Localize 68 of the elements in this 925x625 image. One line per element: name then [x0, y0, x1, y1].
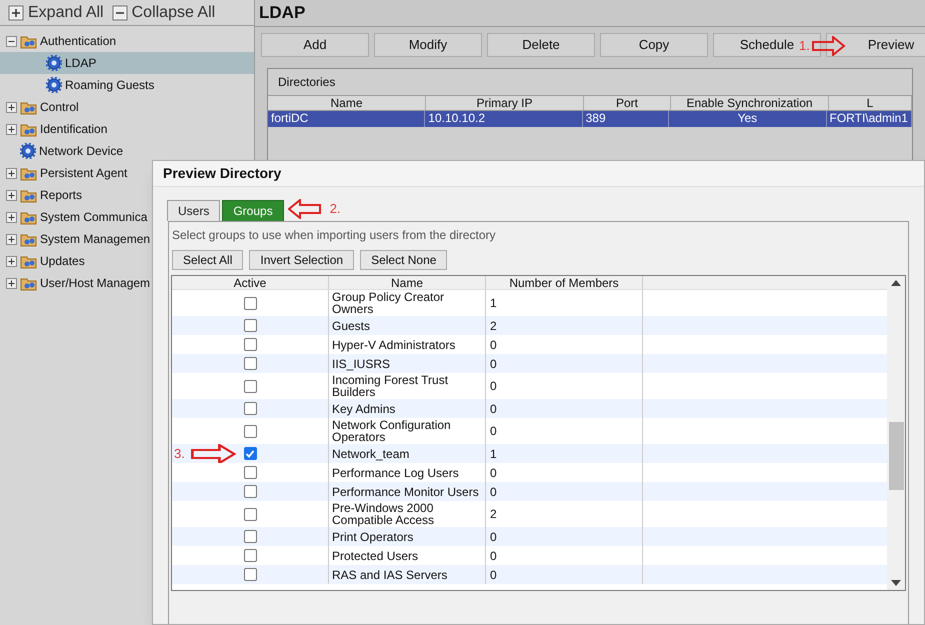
action-button[interactable]: Select None	[360, 250, 448, 270]
table-cell: RAS and IAS Servers	[329, 565, 486, 584]
checkbox[interactable]	[244, 319, 256, 332]
tree-item[interactable]: Control	[0, 96, 254, 118]
toolbar-button[interactable]: Expand All	[8, 0, 104, 24]
tree-item[interactable]: Identification	[0, 118, 254, 140]
tab[interactable]: Groups	[222, 200, 284, 221]
scroll-up-icon[interactable]	[891, 280, 901, 286]
action-button[interactable]: Select All	[172, 250, 244, 270]
scroll-down-icon[interactable]	[891, 580, 901, 586]
column-header[interactable]: Name	[329, 276, 486, 289]
checkbox[interactable]	[244, 447, 256, 460]
tab[interactable]: Users	[167, 200, 220, 221]
column-header[interactable]: Enable Synchronization	[671, 96, 829, 110]
checkbox[interactable]	[244, 296, 256, 310]
table-cell: 0	[486, 565, 643, 584]
toolbar-button[interactable]: Copy	[600, 33, 708, 57]
tree-item[interactable]: Network Device	[0, 140, 254, 162]
column-header[interactable]: Name	[268, 96, 426, 110]
table-cell: 10.10.10.2	[425, 111, 583, 127]
gear-icon	[20, 143, 36, 159]
column-header[interactable]: Port	[584, 96, 671, 110]
toolbar-button[interactable]: Collapse All	[112, 0, 216, 24]
panel-title: Directories	[277, 74, 336, 91]
checkbox[interactable]	[244, 466, 256, 479]
dialog-title: Preview Directory	[153, 161, 924, 187]
checkbox[interactable]	[244, 424, 256, 438]
tree-item[interactable]: Authentication	[0, 30, 254, 52]
check-icon	[245, 448, 255, 458]
step-label: 3.	[174, 444, 185, 463]
toolbar-button[interactable]: Delete	[487, 33, 595, 57]
toolbar-button[interactable]: Preview	[826, 33, 925, 57]
arrow-icon	[190, 444, 237, 464]
checkbox[interactable]	[244, 530, 256, 543]
column-header[interactable]: Primary IP	[426, 96, 584, 110]
gear-icon	[46, 77, 62, 93]
table-row[interactable]: fortiDC 10.10.10.2 389 Yes FORTI\admin1	[268, 111, 912, 127]
collapse-icon[interactable]	[6, 36, 17, 46]
checkbox[interactable]	[244, 508, 256, 520]
tree-item[interactable]: Roaming Guests	[0, 74, 254, 96]
scroll-thumb[interactable]	[889, 422, 904, 490]
expand-icon	[8, 4, 24, 20]
tree-item[interactable]: LDAP	[0, 52, 254, 74]
scrollbar[interactable]	[887, 276, 905, 590]
gear-icon	[46, 55, 62, 71]
step-label: 2.	[330, 200, 341, 218]
column-header[interactable]: Number of Members	[486, 276, 643, 289]
column-header[interactable]: Active	[172, 276, 329, 289]
table-cell: FORTI\admin1	[826, 111, 912, 127]
toolbar-button[interactable]: Add	[261, 33, 369, 57]
checkbox[interactable]	[244, 568, 256, 581]
table-cell: Yes	[669, 111, 827, 127]
checkbox[interactable]	[244, 357, 256, 370]
action-button[interactable]: Invert Selection	[249, 250, 354, 270]
step-label: 1.	[799, 37, 810, 56]
arrow-icon	[812, 36, 846, 56]
arrow-icon	[288, 199, 322, 219]
checkbox[interactable]	[244, 549, 256, 562]
checkbox[interactable]	[244, 380, 256, 392]
table-cell: 389	[582, 111, 670, 127]
checkbox[interactable]	[244, 338, 256, 351]
column-header[interactable]: L	[829, 96, 912, 110]
checkbox[interactable]	[244, 485, 256, 498]
instruction-text: Select groups to use when importing users from the directory	[171, 227, 496, 244]
collapse-icon	[112, 4, 128, 20]
toolbar-button[interactable]: Modify	[374, 33, 482, 57]
table-cell: fortiDC	[268, 111, 426, 127]
checkbox[interactable]	[244, 402, 256, 415]
